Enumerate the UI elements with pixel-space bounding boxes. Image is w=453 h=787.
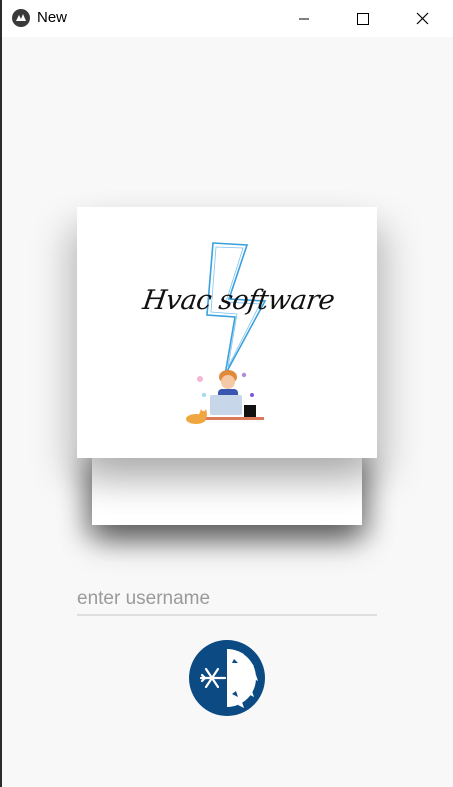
minimize-button[interactable] — [277, 0, 331, 37]
close-icon — [416, 12, 428, 25]
snowflake-sun-icon — [189, 640, 265, 716]
maximize-button[interactable] — [336, 0, 390, 37]
theme-toggle-button[interactable] — [188, 639, 266, 717]
username-input[interactable] — [77, 586, 377, 616]
card-shadow-panel — [92, 450, 362, 525]
minimize-icon — [299, 18, 309, 19]
logo-card: Hvac software — [77, 207, 377, 458]
window-title: New — [37, 9, 68, 26]
cat-icon — [186, 409, 207, 424]
maximize-icon — [357, 12, 369, 25]
title-bar: New — [2, 0, 453, 37]
close-button[interactable] — [395, 0, 449, 37]
brand-logo-text: Hvac software — [140, 285, 337, 316]
window-left-edge — [0, 0, 2, 787]
kivy-logo-icon — [12, 9, 30, 27]
